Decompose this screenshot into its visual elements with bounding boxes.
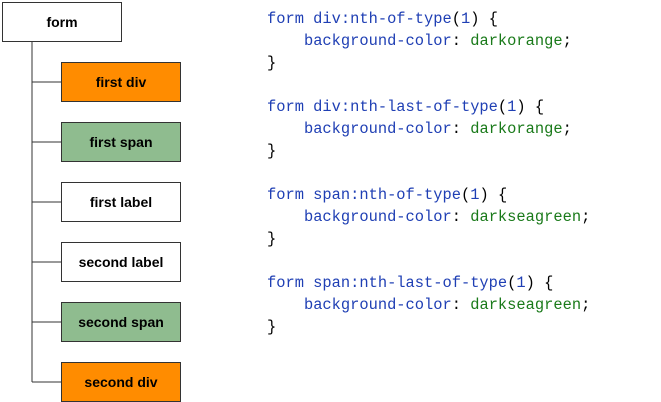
tree-node-second-span: second span — [61, 302, 181, 342]
rule-close-line: } — [267, 318, 277, 336]
form-root-label: form — [46, 14, 78, 30]
rule-property: background-color — [303, 120, 452, 138]
rule-selector-line: form div:nth-last-of-type(1) { — [267, 98, 545, 116]
rule-selector: form div:nth-of-type — [267, 10, 452, 28]
rule-value: darkorange — [470, 120, 563, 138]
tree-node-label: first label — [89, 194, 153, 210]
rule-close-line: } — [267, 142, 277, 160]
rule-declaration-line: background-color: darkseagreen; — [303, 208, 591, 226]
rule-declaration-line: background-color: darkorange; — [303, 32, 572, 50]
rule-selector-line: form span:nth-of-type(1) { — [267, 186, 508, 204]
rule-value: darkorange — [470, 32, 563, 50]
rule-value: darkseagreen — [470, 208, 582, 226]
rule-selector-line: form div:nth-of-type(1) { — [267, 10, 498, 28]
tree-node-label: second div — [84, 374, 158, 390]
rule-selector: form span:nth-last-of-type — [267, 274, 508, 292]
rule-selector: form span:nth-of-type — [267, 186, 461, 204]
tree-node-second-div: second div — [61, 362, 181, 402]
tree-node-label: second span — [78, 314, 164, 330]
tree-node-second-label: second label — [61, 242, 181, 282]
rule-selector-line: form span:nth-last-of-type(1) { — [267, 274, 554, 292]
tree-node-label: first div — [95, 74, 147, 90]
tree-node-first-label: first label — [61, 182, 181, 222]
rule-close-line: } — [267, 230, 277, 248]
rule-arg: 1 — [460, 10, 471, 28]
rule-property: background-color — [303, 32, 452, 50]
rule-property: background-color — [303, 208, 452, 226]
rule-property: background-color — [303, 296, 452, 314]
rule-value: darkseagreen — [470, 296, 582, 314]
tree-node-label: second label — [78, 254, 164, 270]
tree-node-first-span: first span — [61, 122, 181, 162]
rule-declaration-line: background-color: darkseagreen; — [303, 296, 591, 314]
tree-node-first-div: first div — [61, 62, 181, 102]
tree-node-label: first span — [89, 134, 153, 150]
rule-close-line: } — [267, 54, 277, 72]
form-root-node: form — [2, 2, 122, 42]
rule-selector: form div:nth-last-of-type — [267, 98, 498, 116]
rule-arg: 1 — [516, 274, 526, 292]
css-code-panel: form div:nth-of-type(1) { background-col… — [267, 8, 590, 338]
rule-declaration-line: background-color: darkorange; — [303, 120, 572, 138]
